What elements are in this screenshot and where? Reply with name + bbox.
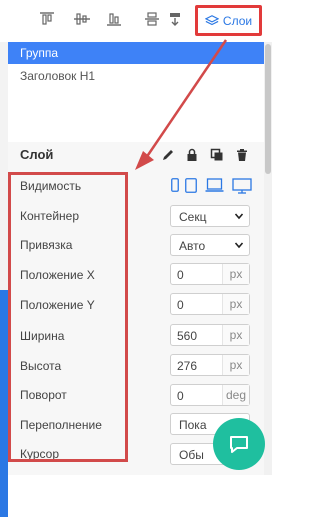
height-input[interactable]: 276 px (170, 354, 250, 376)
rotation-unit: deg (222, 385, 249, 405)
width-input[interactable]: 560 px (170, 324, 250, 346)
pos-x-input[interactable]: 0 px (170, 263, 250, 285)
copy-icon[interactable] (210, 148, 224, 162)
toolbar: Слои (0, 0, 272, 42)
layer-item-group[interactable]: Группа (8, 42, 264, 64)
laptop-icon[interactable] (205, 178, 224, 193)
pos-y-input[interactable]: 0 px (170, 293, 250, 315)
pos-x-unit: px (222, 264, 249, 284)
container-select[interactable]: Секц (170, 205, 250, 227)
rotation-value: 0 (177, 389, 184, 403)
width-value: 560 (177, 329, 198, 343)
phone-icon[interactable] (171, 178, 179, 192)
pos-y-value: 0 (177, 298, 184, 312)
rotation-input[interactable]: 0 deg (170, 384, 250, 406)
width-unit: px (222, 325, 249, 345)
overflow-label: Переполнение (20, 418, 102, 432)
lock-icon[interactable] (185, 148, 199, 162)
rotation-label: Поворот (20, 388, 67, 402)
cursor-value: Обы (179, 448, 204, 462)
anchor-label: Привязка (20, 238, 73, 252)
distribute-vertical-icon[interactable] (143, 10, 161, 28)
distribute-bottom-icon[interactable] (166, 10, 184, 28)
scrollbar-thumb[interactable] (265, 44, 271, 174)
tablet-icon[interactable] (185, 178, 197, 193)
canvas-edge (0, 42, 8, 517)
container-label: Контейнер (20, 209, 80, 223)
height-unit: px (222, 355, 249, 375)
chevron-down-icon (234, 213, 244, 220)
pos-x-label: Положение X (20, 268, 95, 282)
align-middle-icon[interactable] (73, 10, 91, 28)
cursor-label: Курсор (20, 447, 60, 461)
visibility-label: Видимость (20, 179, 82, 193)
desktop-icon[interactable] (232, 178, 252, 194)
anchor-value: Авто (179, 239, 206, 253)
layers-list: Группа Заголовок H1 (8, 42, 264, 142)
container-value: Секц (179, 210, 207, 224)
chevron-down-icon (234, 242, 244, 249)
overflow-value: Пока (179, 418, 207, 432)
layer-item-heading[interactable]: Заголовок H1 (8, 65, 264, 87)
layers-button[interactable]: Слои (195, 5, 262, 36)
align-top-icon[interactable] (38, 10, 56, 28)
anchor-select[interactable]: Авто (170, 234, 250, 256)
height-label: Высота (20, 359, 62, 373)
pos-y-unit: px (222, 294, 249, 314)
panel-title: Слой (20, 147, 54, 162)
pos-x-value: 0 (177, 268, 184, 282)
layers-icon (204, 14, 219, 25)
layers-button-label: Слои (222, 13, 253, 28)
panel-header: Слой (8, 142, 264, 168)
width-label: Ширина (20, 329, 65, 343)
height-value: 276 (177, 359, 198, 373)
chat-icon (230, 436, 248, 453)
canvas-selection-edge (0, 290, 8, 517)
trash-icon[interactable] (235, 148, 249, 162)
pos-y-label: Положение Y (20, 298, 95, 312)
pencil-icon[interactable] (161, 148, 175, 162)
align-bottom-icon[interactable] (105, 10, 123, 28)
chat-button[interactable] (213, 418, 265, 470)
